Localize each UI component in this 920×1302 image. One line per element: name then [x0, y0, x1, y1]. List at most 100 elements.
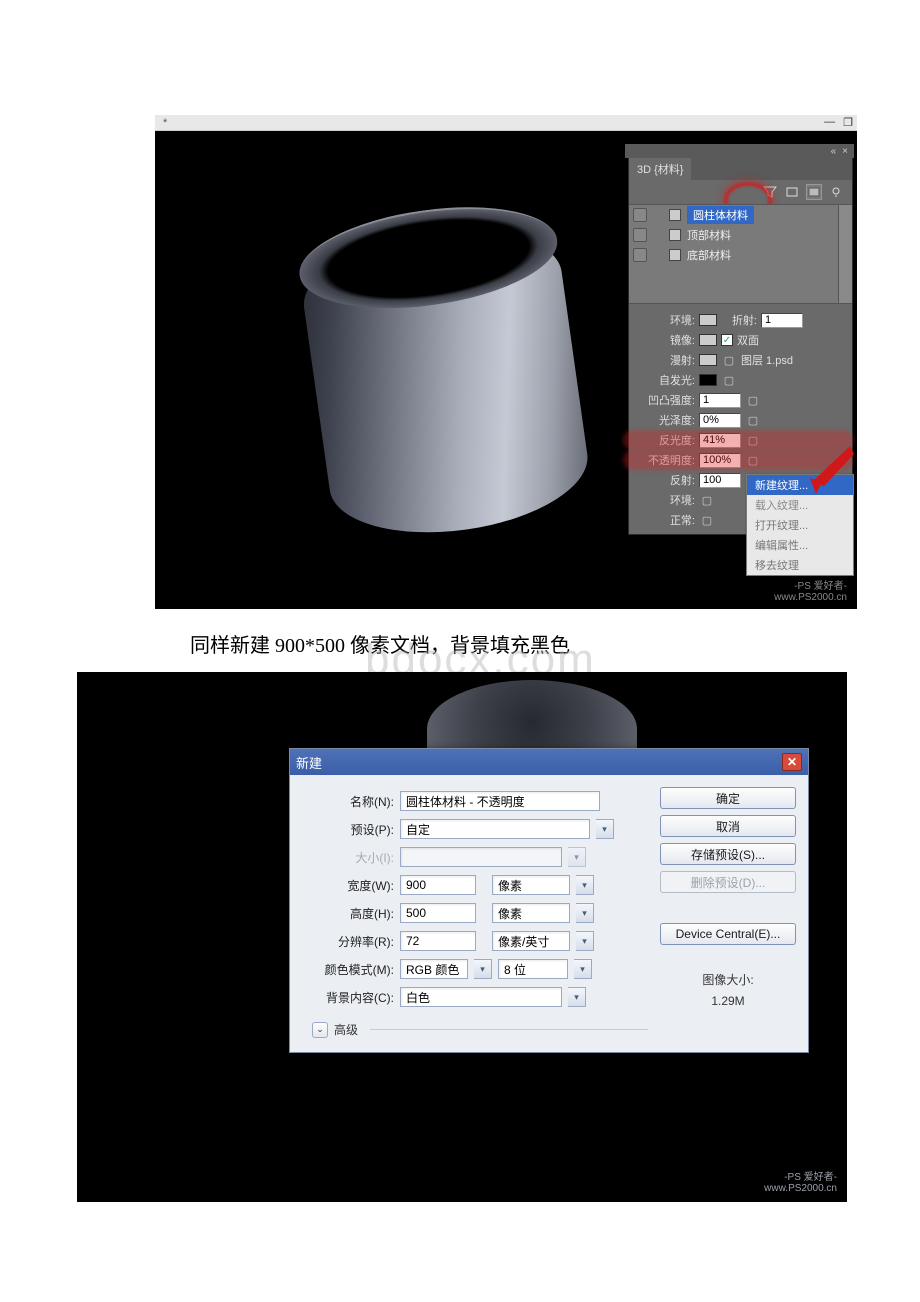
- chevron-down-icon[interactable]: ▾: [568, 987, 586, 1007]
- delete-preset-button: 删除预设(D)...: [660, 871, 796, 893]
- env-swatch[interactable]: [699, 314, 717, 326]
- material-row-top[interactable]: 顶部材料: [629, 225, 852, 245]
- color-mode-select[interactable]: RGB 颜色: [400, 959, 468, 979]
- row-width: 宽度(W): 900 像素 ▾: [302, 871, 648, 899]
- minimize-button[interactable]: —: [824, 116, 835, 129]
- texture-menu-icon[interactable]: ▢: [721, 373, 737, 387]
- chevron-down-icon[interactable]: ▾: [574, 959, 592, 979]
- dialog-title: 新建: [296, 753, 322, 772]
- diffuse-swatch[interactable]: [699, 354, 717, 366]
- resolution-input[interactable]: 72: [400, 931, 476, 951]
- texture-menu-icon[interactable]: ▢: [699, 513, 715, 527]
- save-preset-button[interactable]: 存储预设(S)...: [660, 843, 796, 865]
- bump-input[interactable]: 1: [699, 393, 741, 408]
- width-unit-select[interactable]: 像素: [492, 875, 570, 895]
- tab-3d-materials[interactable]: 3D {材料}: [629, 158, 691, 180]
- filter-light-icon[interactable]: [828, 184, 844, 200]
- watermark: -PS 爱好者- www.PS2000.cn: [764, 1168, 837, 1194]
- row-advanced[interactable]: ⌄ 高级: [312, 1021, 648, 1038]
- panel-close-icon[interactable]: ×: [842, 146, 848, 157]
- texture-menu-icon[interactable]: ▢: [745, 453, 761, 467]
- reflectance-input[interactable]: 41%: [699, 433, 741, 448]
- watermark-line1: -PS 爱好者-: [774, 577, 847, 592]
- preset-select[interactable]: 自定: [400, 819, 590, 839]
- gloss-input[interactable]: 0%: [699, 413, 741, 428]
- row-diffuse: 漫射: ▢ 图层 1.psd: [637, 350, 844, 370]
- visibility-icon[interactable]: [633, 248, 647, 262]
- height-unit-select[interactable]: 像素: [492, 903, 570, 923]
- texture-menu-icon[interactable]: ▢: [699, 493, 715, 507]
- image-size-label: 图像大小:: [660, 971, 796, 988]
- chevron-down-icon[interactable]: ▾: [596, 819, 614, 839]
- cancel-button[interactable]: 取消: [660, 815, 796, 837]
- opacity-input[interactable]: 100%: [699, 453, 741, 468]
- row-gloss: 光泽度: 0% ▢: [637, 410, 844, 430]
- label-height: 高度(H):: [302, 905, 394, 922]
- menu-new-texture[interactable]: 新建纹理...: [747, 475, 853, 495]
- filter-material-icon[interactable]: [806, 184, 822, 200]
- dialog-buttons: 确定 取消 存储预设(S)... 删除预设(D)... Device Centr…: [660, 787, 796, 1038]
- chevron-down-icon[interactable]: ▾: [576, 903, 594, 923]
- ok-button[interactable]: 确定: [660, 787, 796, 809]
- menu-remove-texture[interactable]: 移去纹理: [747, 555, 853, 575]
- refraction-input[interactable]: 1: [761, 313, 803, 328]
- reflection-input[interactable]: 100: [699, 473, 741, 488]
- filter-mesh-icon[interactable]: [784, 184, 800, 200]
- row-color-mode: 颜色模式(M): RGB 颜色 ▾ 8 位 ▾: [302, 955, 648, 983]
- watermark-line1: -PS 爱好者-: [764, 1168, 837, 1183]
- device-central-button[interactable]: Device Central(E)...: [660, 923, 796, 945]
- material-swatch-icon: [669, 249, 681, 261]
- texture-menu-icon[interactable]: ▢: [745, 393, 761, 407]
- material-row-cylinder[interactable]: 圆柱体材料: [629, 205, 852, 225]
- row-reflectance: 反光度: 41% ▢: [637, 430, 844, 450]
- material-label: 顶部材料: [687, 227, 731, 243]
- label-preset: 预设(P):: [282, 821, 394, 838]
- texture-menu-icon[interactable]: ▢: [745, 433, 761, 447]
- row-preset: 预设(P): 自定 ▾: [282, 815, 648, 843]
- resolution-unit-select[interactable]: 像素/英寸: [492, 931, 570, 951]
- row-height: 高度(H): 500 像素 ▾: [302, 899, 648, 927]
- row-opacity: 不透明度: 100% ▢: [637, 450, 844, 470]
- materials-panel: « × 3D {材料}: [628, 157, 853, 535]
- menu-open-texture[interactable]: 打开纹理...: [747, 515, 853, 535]
- material-row-bottom[interactable]: 底部材料: [629, 245, 852, 265]
- close-button[interactable]: ✕: [782, 753, 802, 771]
- row-size: 大小(I): ▾: [302, 843, 648, 871]
- chevron-down-icon[interactable]: ▾: [474, 959, 492, 979]
- visibility-icon[interactable]: [633, 228, 647, 242]
- watermark: -PS 爱好者- www.PS2000.cn: [774, 577, 847, 603]
- row-mirror: 镜像: ✓ 双面: [637, 330, 844, 350]
- label-advanced: 高级: [334, 1021, 358, 1038]
- width-input[interactable]: 900: [400, 875, 476, 895]
- visibility-icon[interactable]: [633, 208, 647, 222]
- mirror-swatch[interactable]: [699, 334, 717, 346]
- chevron-down-icon[interactable]: ▾: [576, 875, 594, 895]
- label-mirror: 镜像:: [637, 332, 695, 348]
- canvas: « × 3D {材料}: [155, 131, 857, 609]
- label-self-illum: 自发光:: [637, 372, 695, 388]
- background-select[interactable]: 白色: [400, 987, 562, 1007]
- cylinder-3d-object: [261, 171, 629, 582]
- texture-menu-icon[interactable]: ▢: [721, 353, 737, 367]
- scrollbar[interactable]: [838, 205, 852, 303]
- row-resolution: 分辨率(R): 72 像素/英寸 ▾: [302, 927, 648, 955]
- filter-scene-icon[interactable]: [762, 184, 778, 200]
- label-resolution: 分辨率(R):: [302, 933, 394, 950]
- material-swatch-icon: [669, 209, 681, 221]
- panel-collapse-icon[interactable]: «: [831, 146, 837, 157]
- label-reflection: 反射:: [637, 472, 695, 488]
- watermark-line2: www.PS2000.cn: [774, 592, 847, 603]
- double-sided-checkbox[interactable]: ✓: [721, 334, 733, 346]
- restore-button[interactable]: ❐: [843, 116, 853, 129]
- selfillum-swatch[interactable]: [699, 374, 717, 386]
- name-input[interactable]: 圆柱体材料 - 不透明度: [400, 791, 600, 811]
- height-input[interactable]: 500: [400, 903, 476, 923]
- expand-icon[interactable]: ⌄: [312, 1022, 328, 1038]
- row-background: 背景内容(C): 白色 ▾: [302, 983, 648, 1011]
- row-bump: 凹凸强度: 1 ▢: [637, 390, 844, 410]
- menu-load-texture[interactable]: 载入纹理...: [747, 495, 853, 515]
- menu-edit-props[interactable]: 编辑属性...: [747, 535, 853, 555]
- texture-menu-icon[interactable]: ▢: [745, 413, 761, 427]
- bit-depth-select[interactable]: 8 位: [498, 959, 568, 979]
- chevron-down-icon[interactable]: ▾: [576, 931, 594, 951]
